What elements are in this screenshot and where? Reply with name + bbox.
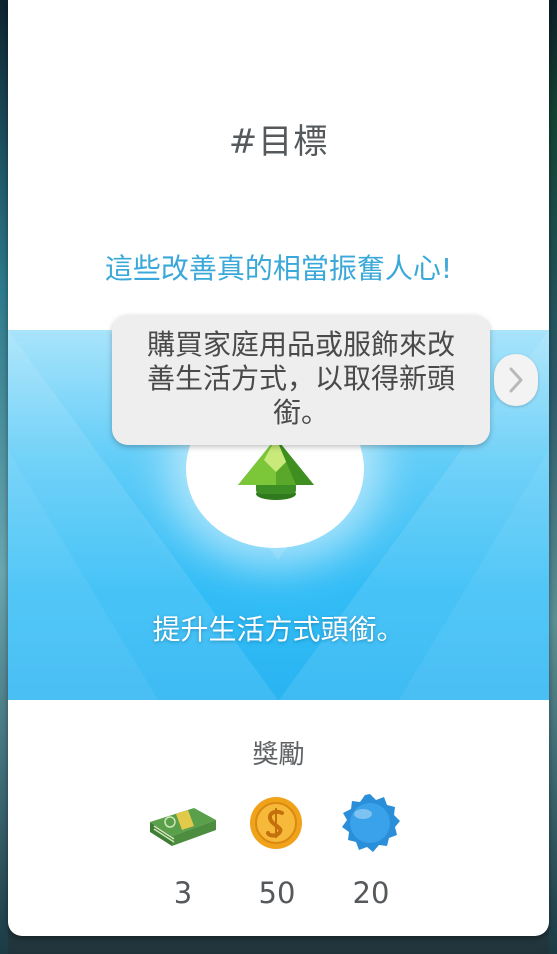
goal-tooltip: 購買家庭用品或服飾來改 善生活方式，以取得新頭 銜。 xyxy=(112,315,490,445)
cash-stack-icon xyxy=(150,808,216,846)
tooltip-line: 購買家庭用品或服飾來改 xyxy=(146,328,455,361)
goal-description: 提升生活方式頭銜。 xyxy=(152,613,405,646)
reward-value-cash: 3 xyxy=(173,876,193,910)
background-edge-right xyxy=(549,0,557,954)
goal-card: #目標 這些改善真的相當振奮人心! 提升生活方式頭銜。 購買家庭用品或服飾來改 … xyxy=(8,0,549,936)
next-arrow-button[interactable] xyxy=(494,354,538,406)
rewards-title: 獎勵 xyxy=(252,740,305,770)
tooltip-line: 銜。 xyxy=(272,396,329,429)
background-edge-left xyxy=(0,0,8,954)
simoleon-coin-icon xyxy=(250,797,302,849)
blue-badge-icon xyxy=(342,794,400,852)
card-title: #目標 xyxy=(228,122,329,162)
tooltip-line: 善生活方式，以取得新頭 xyxy=(146,362,455,395)
chevron-right-icon xyxy=(509,367,523,393)
card-subtitle: 這些改善真的相當振奮人心! xyxy=(104,252,453,285)
reward-value-simoleons: 50 xyxy=(258,876,296,910)
reward-value-badge: 20 xyxy=(352,876,390,910)
